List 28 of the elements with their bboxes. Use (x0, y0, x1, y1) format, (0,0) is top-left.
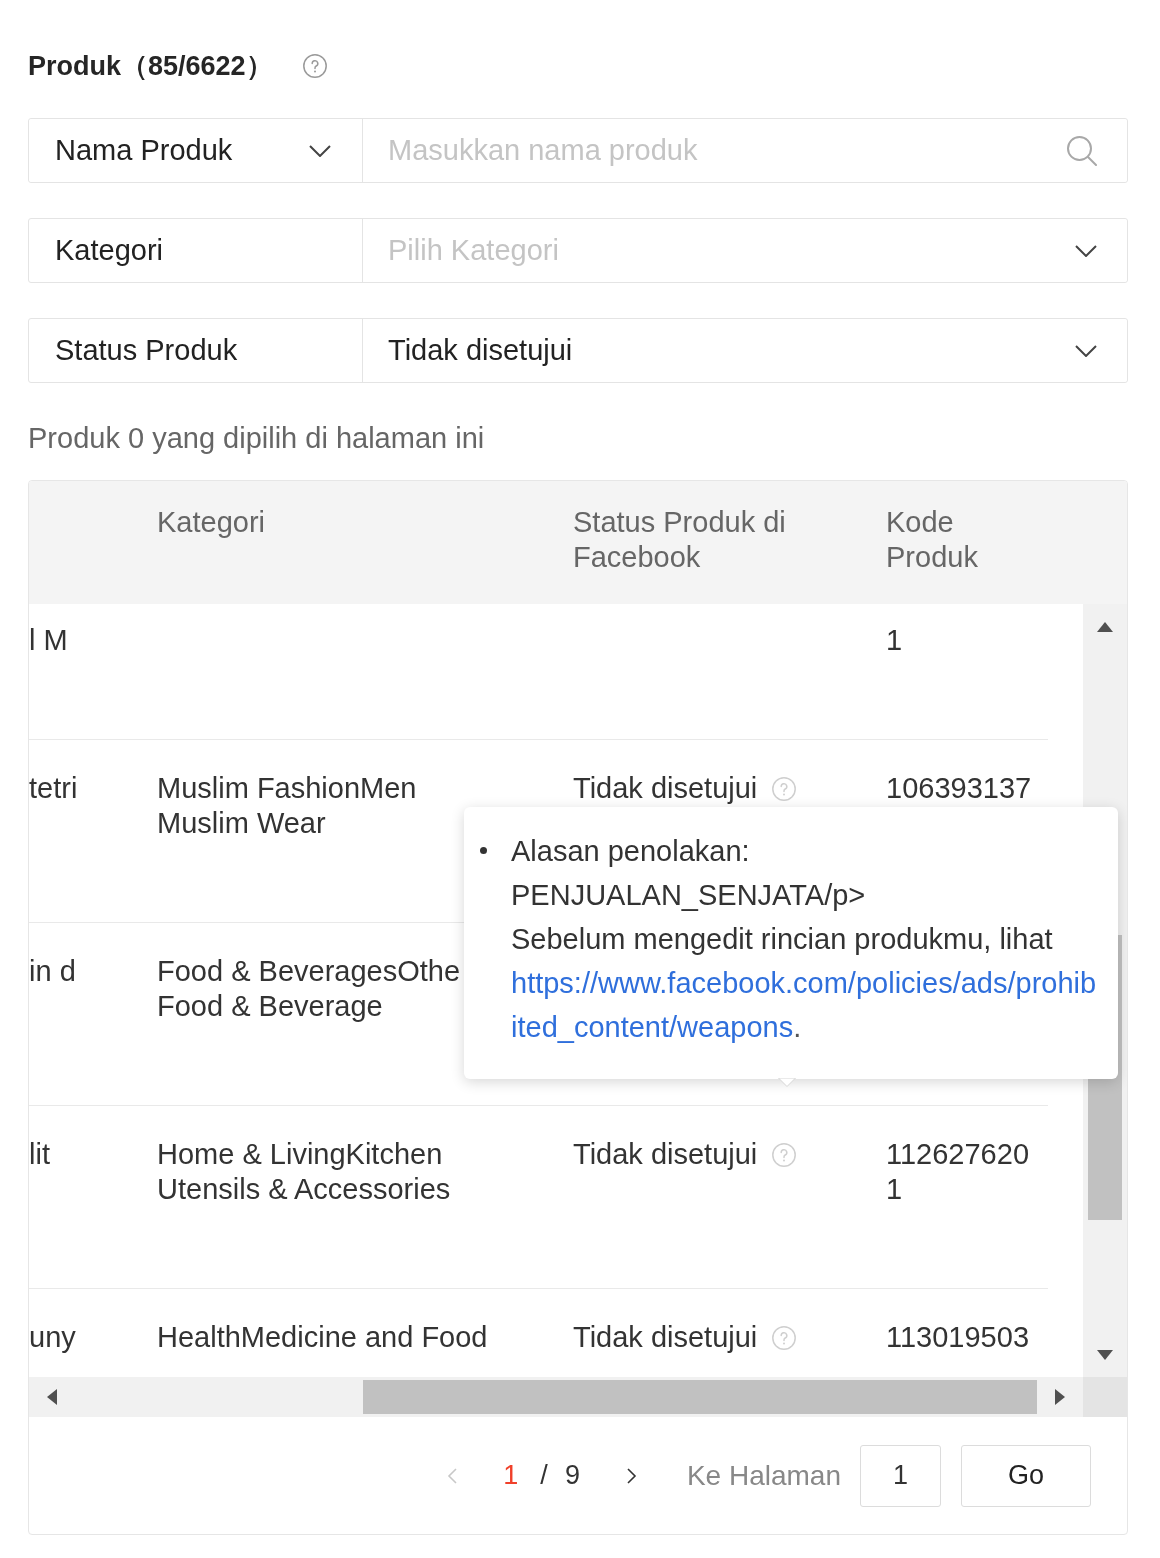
table-cell: 106393137 (886, 772, 1032, 804)
tooltip-text: Sebelum mengedit rincian produkmu, lihat (511, 922, 1054, 957)
tooltip-text: PENJUALAN_SENJATA/p> (511, 878, 867, 913)
table-cell: l M (29, 624, 68, 656)
table-cell: lit (29, 1138, 50, 1170)
status-text: Tidak disetujui (573, 1320, 758, 1355)
table-cell: 113019503 (886, 1321, 1029, 1353)
tooltip-text: Alasan penolakan: (511, 834, 751, 869)
column-header: Status Produk di Facebook (573, 506, 786, 573)
table-cell: 1 (886, 624, 903, 656)
status-text: Tidak disetujui (573, 1137, 758, 1172)
column-header: Kategori (157, 506, 265, 538)
table-cell: 1126276201 (886, 1138, 1029, 1205)
table-cell: tetri (29, 772, 78, 804)
table-cell: uny (29, 1321, 76, 1353)
table-cell: in d (29, 955, 76, 987)
page-separator: / (540, 1459, 548, 1492)
column-header: Kode Produk (886, 506, 978, 573)
current-page: 1 (503, 1459, 519, 1492)
table-cell: Food & BeveragesOthe Food & Beverage (157, 955, 461, 1022)
jump-label: Ke Halaman (686, 1459, 841, 1493)
total-pages: 9 (564, 1459, 580, 1492)
status-text: Tidak disetujui (573, 771, 758, 806)
table-cell: Home & LivingKitchen Utensils & Accessories (157, 1138, 451, 1205)
table-cell: Muslim FashionMen Muslim Wear (157, 772, 417, 839)
selection-note: Produk 0 yang dipilih di halaman ini (28, 421, 486, 456)
table-cell: HealthMedicine and Food (157, 1321, 488, 1353)
page-title: Produk（85/6622） (28, 50, 273, 83)
